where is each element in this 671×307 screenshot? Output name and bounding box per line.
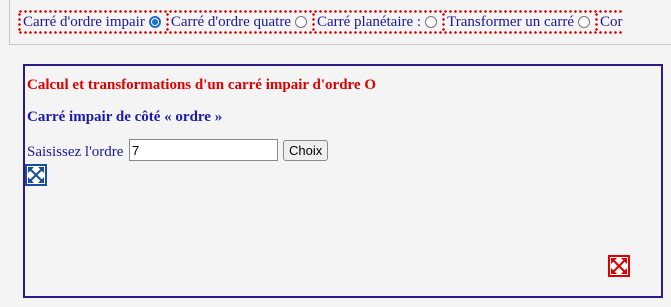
nav-item-label: Transformer un carré	[447, 14, 574, 30]
nav-item-label: Carré planétaire :	[316, 14, 422, 30]
radio-odd-order[interactable]	[148, 15, 161, 28]
nav-item-label: Cor	[599, 14, 623, 30]
magic-square-panel: Calcul et transformations d'un carré imp…	[23, 64, 663, 298]
nav-item-odd-order[interactable]: Carré d'ordre impair	[18, 10, 166, 34]
nav-item-order-four[interactable]: Carré d'ordre quatre	[165, 10, 312, 34]
choix-button[interactable]: Choix	[283, 140, 329, 161]
radio-transform[interactable]	[577, 15, 590, 28]
nav-item-transform[interactable]: Transformer un carré	[442, 10, 595, 34]
expand-arrows-icon[interactable]	[25, 164, 47, 186]
square-type-nav: Carré d'ordre impair Carré d'ordre quatr…	[18, 10, 623, 34]
radio-planetary[interactable]	[425, 15, 438, 28]
nav-item-cor[interactable]: Cor	[594, 10, 623, 34]
order-label: Saisissez l'ordre	[27, 144, 124, 160]
expand-arrows-icon[interactable]	[608, 255, 630, 277]
nav-item-label: Carré d'ordre quatre	[170, 14, 291, 30]
expand-arrows-glyph	[28, 167, 44, 183]
expand-arrows-glyph	[611, 258, 627, 274]
radio-order-four[interactable]	[294, 15, 307, 28]
order-input[interactable]	[129, 139, 278, 161]
panel-subtitle: Carré impair de côté « ordre »	[27, 109, 223, 125]
panel-title: Calcul et transformations d'un carré imp…	[27, 77, 376, 93]
nav-item-planetary[interactable]: Carré planétaire :	[311, 10, 442, 34]
nav-item-label: Carré d'ordre impair	[23, 14, 145, 30]
